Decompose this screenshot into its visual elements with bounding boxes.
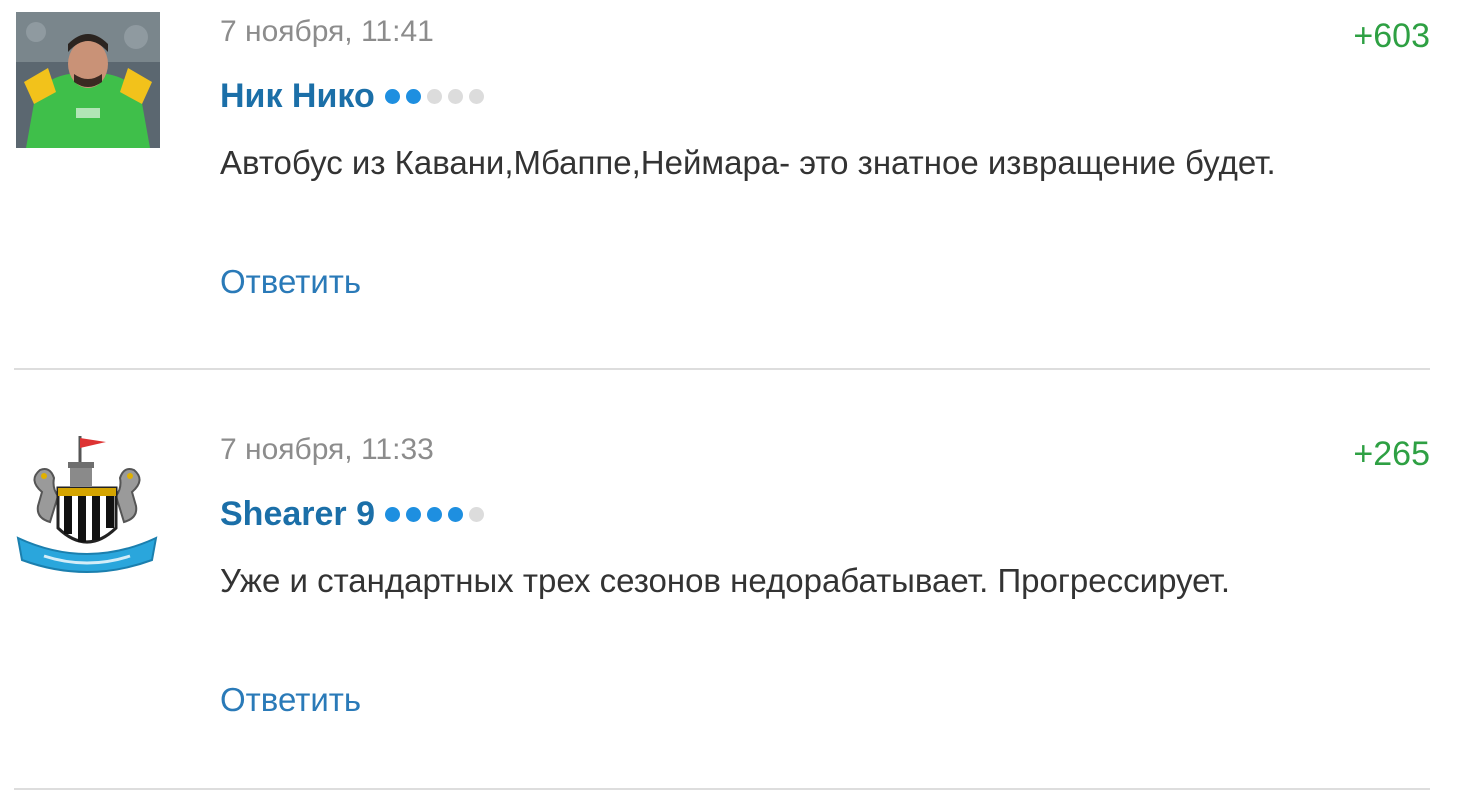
rating-dot bbox=[448, 506, 463, 522]
rating-dot bbox=[405, 88, 421, 104]
author-row: Ник Нико bbox=[220, 76, 484, 116]
comment-text: Уже и стандартных трех сезонов недорабат… bbox=[220, 562, 1231, 599]
rating-dot bbox=[469, 506, 484, 522]
rating-dot bbox=[468, 88, 484, 104]
comment-text: Автобус из Кавани,Мбаппе,Неймара- это зн… bbox=[220, 144, 1276, 181]
comment-score: +603 bbox=[1353, 17, 1430, 55]
user-avatar[interactable] bbox=[14, 432, 160, 584]
comment-score: +265 bbox=[1353, 435, 1430, 473]
rating-dot bbox=[426, 88, 442, 104]
newcastle-crest-avatar-icon bbox=[14, 432, 160, 584]
reply-link[interactable]: Ответить bbox=[220, 680, 361, 720]
rating-dot bbox=[406, 506, 421, 522]
comment-date: 7 ноября, 11:33 bbox=[220, 433, 434, 466]
user-rating-dots bbox=[385, 506, 484, 522]
comment-item: 7 ноября, 11:41 +603 Ник Нико Автобус из… bbox=[0, 0, 1460, 370]
rating-dot bbox=[427, 506, 442, 522]
comment-divider bbox=[14, 788, 1430, 790]
author-name[interactable]: Shearer 9 bbox=[220, 494, 375, 534]
comment-item: 7 ноября, 11:33 +265 Shearer 9 Уже и ста… bbox=[0, 418, 1460, 788]
user-rating-dots bbox=[384, 88, 484, 104]
author-name[interactable]: Ник Нико bbox=[220, 76, 375, 116]
goalkeeper-photo-avatar-icon bbox=[16, 12, 160, 148]
comment-divider bbox=[14, 368, 1430, 370]
comment-date: 7 ноября, 11:41 bbox=[220, 15, 434, 48]
reply-link[interactable]: Ответить bbox=[220, 262, 361, 302]
rating-dot bbox=[384, 88, 400, 104]
rating-dot bbox=[385, 506, 400, 522]
rating-dot bbox=[447, 88, 463, 104]
user-avatar[interactable] bbox=[16, 12, 160, 148]
author-row: Shearer 9 bbox=[220, 494, 484, 534]
